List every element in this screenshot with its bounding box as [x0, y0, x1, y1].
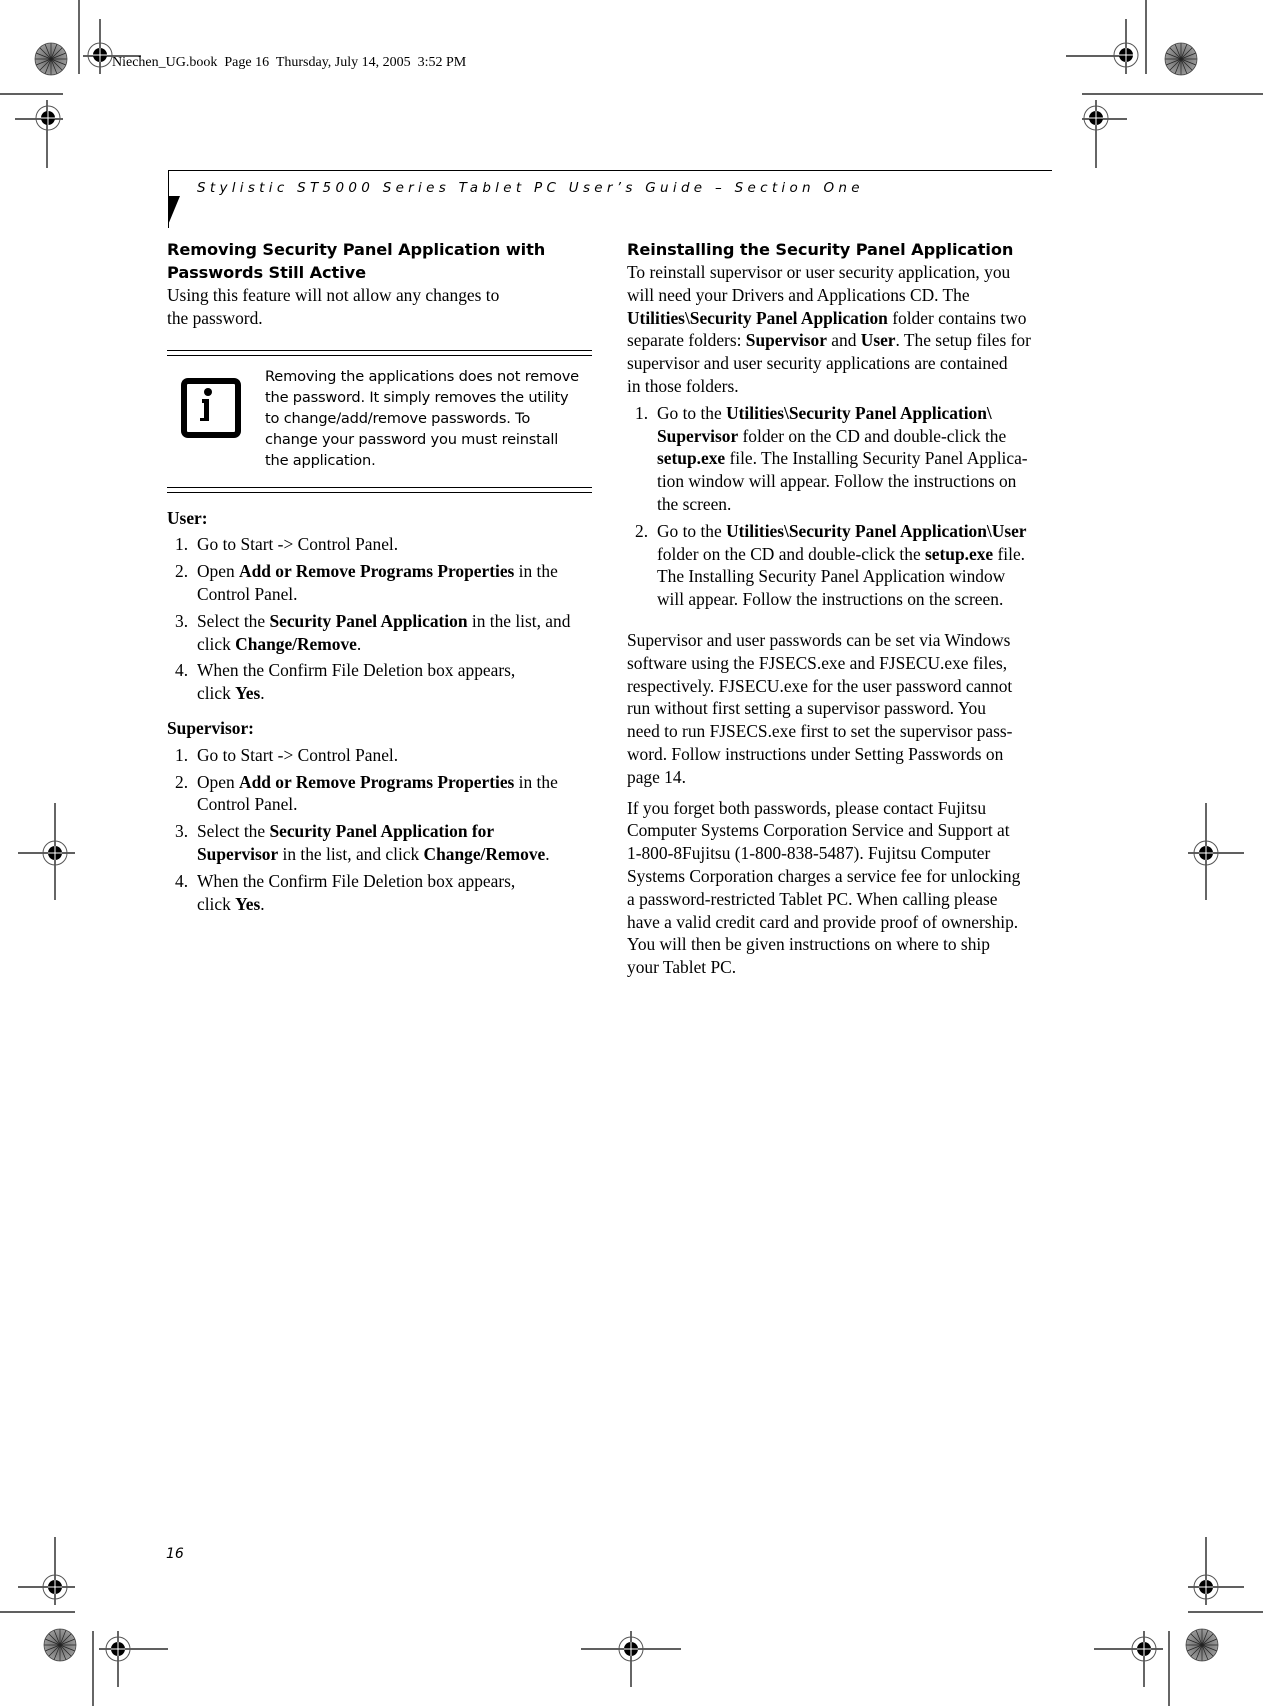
right-column: Reinstalling the Security Panel Applicat…	[627, 238, 1057, 979]
info-note: Removing the applications does not remov…	[167, 349, 592, 493]
note-line: the password. It simply removes the util…	[265, 388, 569, 406]
registration-mark-icon	[18, 803, 75, 900]
list-item: 1. Go to Start -> Control Panel.	[175, 534, 399, 555]
section-title-reinstalling: Reinstalling the Security Panel Applicat…	[627, 240, 1014, 259]
text-line: Supervisor and user passwords can be set…	[627, 629, 1011, 650]
step-number: 2.	[175, 561, 189, 582]
step-number: 4.	[175, 870, 189, 891]
step-number: 1.	[175, 744, 189, 765]
section-title-removing: Removing Security Panel Application with…	[167, 240, 546, 282]
list-item: 1. Go to Start -> Control Panel.	[175, 744, 399, 765]
supervisor-heading: Supervisor:	[167, 717, 254, 738]
text-line: software using the FJSECS.exe and FJSECU…	[627, 652, 1008, 673]
list-item: 1. Go to the Utilities\Security Panel App…	[635, 402, 1028, 514]
text-line: You will then be given instructions on w…	[627, 934, 990, 955]
step-number: 1.	[175, 534, 189, 555]
step-number: 2.	[635, 520, 649, 541]
step-number: 1.	[635, 402, 649, 423]
print-slug: Niechen_UG.book Page 16 Thursday, July 1…	[112, 55, 467, 70]
header-tab-marker	[168, 196, 180, 225]
list-item: 3. Select the Security Panel Application …	[175, 610, 571, 654]
passwords-paragraph: Supervisor and user passwords can be set…	[627, 629, 1057, 789]
page-number: 16	[166, 1546, 184, 1562]
text-line: respectively. FJSECU.exe for the user pa…	[627, 675, 1013, 696]
registration-mark-icon	[1188, 803, 1244, 900]
supervisor-steps-list: 1. Go to Start -> Control Panel. 2. Open Ad…	[167, 744, 592, 916]
running-header: Stylistic ST5000 Series Tablet PC User’s…	[197, 180, 864, 196]
reinstall-intro: To reinstall supervisor or user security…	[627, 262, 1031, 396]
registration-mark-icon	[1082, 93, 1263, 168]
registration-mark-icon	[0, 93, 63, 168]
text-line: word. Follow instructions under Setting …	[627, 743, 1004, 764]
step-number: 2.	[175, 771, 189, 792]
starburst-color-target-icon	[1185, 1628, 1219, 1662]
starburst-color-target-icon	[34, 42, 68, 76]
step-number: 3.	[175, 610, 189, 631]
text-line: page 14.	[627, 766, 686, 787]
intro-paragraph: Using this feature will not allow any ch…	[167, 285, 500, 328]
user-heading: User:	[167, 507, 208, 528]
registration-mark-icon	[1188, 1537, 1263, 1613]
note-line: to change/add/remove passwords. To	[265, 409, 531, 427]
note-line: Removing the applications does not remov…	[265, 367, 579, 385]
note-line: the application.	[265, 451, 376, 469]
list-item: 4. When the Confirm File Deletion box app…	[175, 870, 516, 914]
list-item: 2. Go to the Utilities\Security Panel App…	[635, 520, 1027, 610]
text-line: Systems Corporation charges a service fe…	[627, 865, 1021, 886]
text-line: need to run FJSECS.exe first to set the …	[627, 721, 1013, 742]
starburst-color-target-icon	[1164, 42, 1198, 76]
note-bottom-rule	[167, 486, 592, 493]
list-item: 3. Select the Security Panel Application …	[175, 821, 550, 864]
registration-mark-icon	[92, 1631, 168, 1706]
list-item: 2. Open Add or Remove Programs Properties…	[175, 561, 558, 604]
text-line: your Tablet PC.	[627, 957, 737, 978]
text-line: have a valid credit card and provide pro…	[627, 911, 1019, 932]
header-rule	[168, 170, 1052, 171]
info-icon	[181, 377, 241, 438]
text-line: If you forget both passwords, please con…	[627, 797, 987, 818]
step-number: 3.	[175, 821, 189, 842]
step-number: 4.	[175, 660, 189, 681]
list-item: 4. When the Confirm File Deletion box app…	[175, 660, 516, 704]
left-column: Removing Security Panel Application with…	[167, 238, 592, 915]
note-text: Removing the applications does not remov…	[265, 366, 579, 471]
registration-mark-icon	[1094, 1631, 1170, 1706]
registration-mark-icon	[1066, 0, 1147, 74]
user-steps-list: 1. Go to Start -> Control Panel. 2. Open Ad…	[167, 533, 592, 705]
forgot-passwords-paragraph: If you forget both passwords, please con…	[627, 797, 1057, 979]
registration-mark-icon	[581, 1631, 681, 1687]
note-line: change your password you must reinstall	[265, 430, 559, 448]
registration-mark-icon	[0, 1537, 75, 1613]
list-item: 2. Open Add or Remove Programs Properties…	[175, 771, 558, 815]
text-line: 1-800-8Fujitsu (1-800-838-5487). Fujitsu…	[627, 843, 991, 864]
starburst-color-target-icon	[43, 1628, 77, 1662]
text-line: Computer Systems Corporation Service and…	[627, 820, 1010, 841]
reinstall-steps-list: 1. Go to the Utilities\Security Panel App…	[627, 402, 1057, 611]
text-line: run without first setting a supervisor p…	[627, 698, 986, 719]
text-line: a password-restricted Tablet PC. When ca…	[627, 888, 998, 909]
